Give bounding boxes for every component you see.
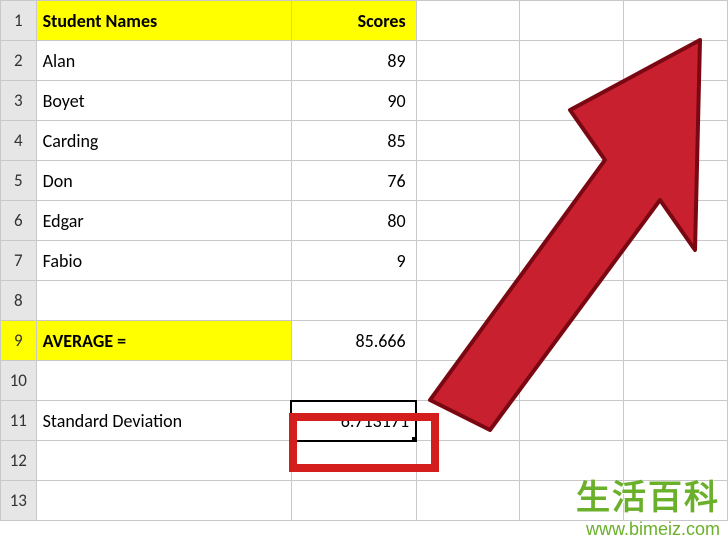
fill-handle[interactable]	[412, 437, 416, 441]
cell[interactable]	[624, 281, 728, 321]
stdev-value-selected-cell[interactable]: 6.713171	[291, 401, 416, 441]
cell-score[interactable]: 9	[291, 241, 416, 281]
cell[interactable]	[624, 81, 728, 121]
cell[interactable]	[520, 401, 624, 441]
cell[interactable]	[520, 81, 624, 121]
cell[interactable]	[36, 441, 291, 481]
cell-score[interactable]: 90	[291, 81, 416, 121]
cell-name[interactable]: Boyet	[36, 81, 291, 121]
cell[interactable]	[291, 281, 416, 321]
cell[interactable]	[416, 41, 520, 81]
cell[interactable]	[416, 321, 520, 361]
cell[interactable]	[416, 441, 520, 481]
spreadsheet-grid[interactable]: 1 Student Names Scores 2 Alan 89 3 Boyet…	[0, 0, 728, 521]
cell[interactable]	[416, 241, 520, 281]
cell-name[interactable]: Fabio	[36, 241, 291, 281]
cell[interactable]	[291, 361, 416, 401]
row-header-4[interactable]: 4	[1, 121, 37, 161]
watermark: 生活百科 www.bimeiz.com	[576, 470, 720, 540]
cell[interactable]	[520, 1, 624, 41]
cell[interactable]	[520, 161, 624, 201]
stdev-value-text: 6.713171	[292, 403, 415, 439]
cell-score[interactable]: 85	[291, 121, 416, 161]
cell[interactable]	[520, 361, 624, 401]
cell[interactable]	[624, 321, 728, 361]
cell[interactable]	[416, 201, 520, 241]
cell[interactable]	[416, 81, 520, 121]
stdev-label[interactable]: Standard Deviation	[36, 401, 291, 441]
cell[interactable]	[624, 121, 728, 161]
cell[interactable]	[624, 1, 728, 41]
cell[interactable]	[416, 481, 520, 521]
cell[interactable]	[520, 41, 624, 81]
row-header-8[interactable]: 8	[1, 281, 37, 321]
cell[interactable]	[520, 281, 624, 321]
cell-score[interactable]: 89	[291, 41, 416, 81]
row-header-6[interactable]: 6	[1, 201, 37, 241]
row-header-12[interactable]: 12	[1, 441, 37, 481]
row-header-13[interactable]: 13	[1, 481, 37, 521]
cell[interactable]	[416, 161, 520, 201]
cell[interactable]	[36, 361, 291, 401]
row-header-9[interactable]: 9	[1, 321, 37, 361]
row-header-1[interactable]: 1	[1, 1, 37, 41]
average-label[interactable]: AVERAGE =	[36, 321, 291, 361]
cell[interactable]	[36, 481, 291, 521]
cell[interactable]	[416, 401, 520, 441]
cell[interactable]	[624, 361, 728, 401]
average-value[interactable]: 85.666	[291, 321, 416, 361]
cell-name[interactable]: Don	[36, 161, 291, 201]
cell[interactable]	[416, 361, 520, 401]
cell[interactable]	[291, 441, 416, 481]
row-header-2[interactable]: 2	[1, 41, 37, 81]
cell-name[interactable]: Carding	[36, 121, 291, 161]
cell[interactable]	[36, 281, 291, 321]
cell[interactable]	[520, 201, 624, 241]
cell[interactable]	[624, 161, 728, 201]
cell[interactable]	[624, 41, 728, 81]
cell-score[interactable]: 80	[291, 201, 416, 241]
header-scores[interactable]: Scores	[291, 1, 416, 41]
cell-score[interactable]: 76	[291, 161, 416, 201]
row-header-3[interactable]: 3	[1, 81, 37, 121]
cell-name[interactable]: Alan	[36, 41, 291, 81]
row-header-7[interactable]: 7	[1, 241, 37, 281]
cell[interactable]	[624, 201, 728, 241]
cell[interactable]	[624, 241, 728, 281]
cell[interactable]	[520, 241, 624, 281]
cell-name[interactable]: Edgar	[36, 201, 291, 241]
cell[interactable]	[291, 481, 416, 521]
row-header-11[interactable]: 11	[1, 401, 37, 441]
cell[interactable]	[416, 281, 520, 321]
row-header-10[interactable]: 10	[1, 361, 37, 401]
cell[interactable]	[416, 1, 520, 41]
cell[interactable]	[520, 321, 624, 361]
cell[interactable]	[520, 121, 624, 161]
row-header-5[interactable]: 5	[1, 161, 37, 201]
cell[interactable]	[624, 401, 728, 441]
watermark-url: www.bimeiz.com	[576, 519, 720, 540]
cell[interactable]	[416, 121, 520, 161]
header-student-names[interactable]: Student Names	[36, 1, 291, 41]
watermark-text: 生活百科	[576, 470, 720, 519]
